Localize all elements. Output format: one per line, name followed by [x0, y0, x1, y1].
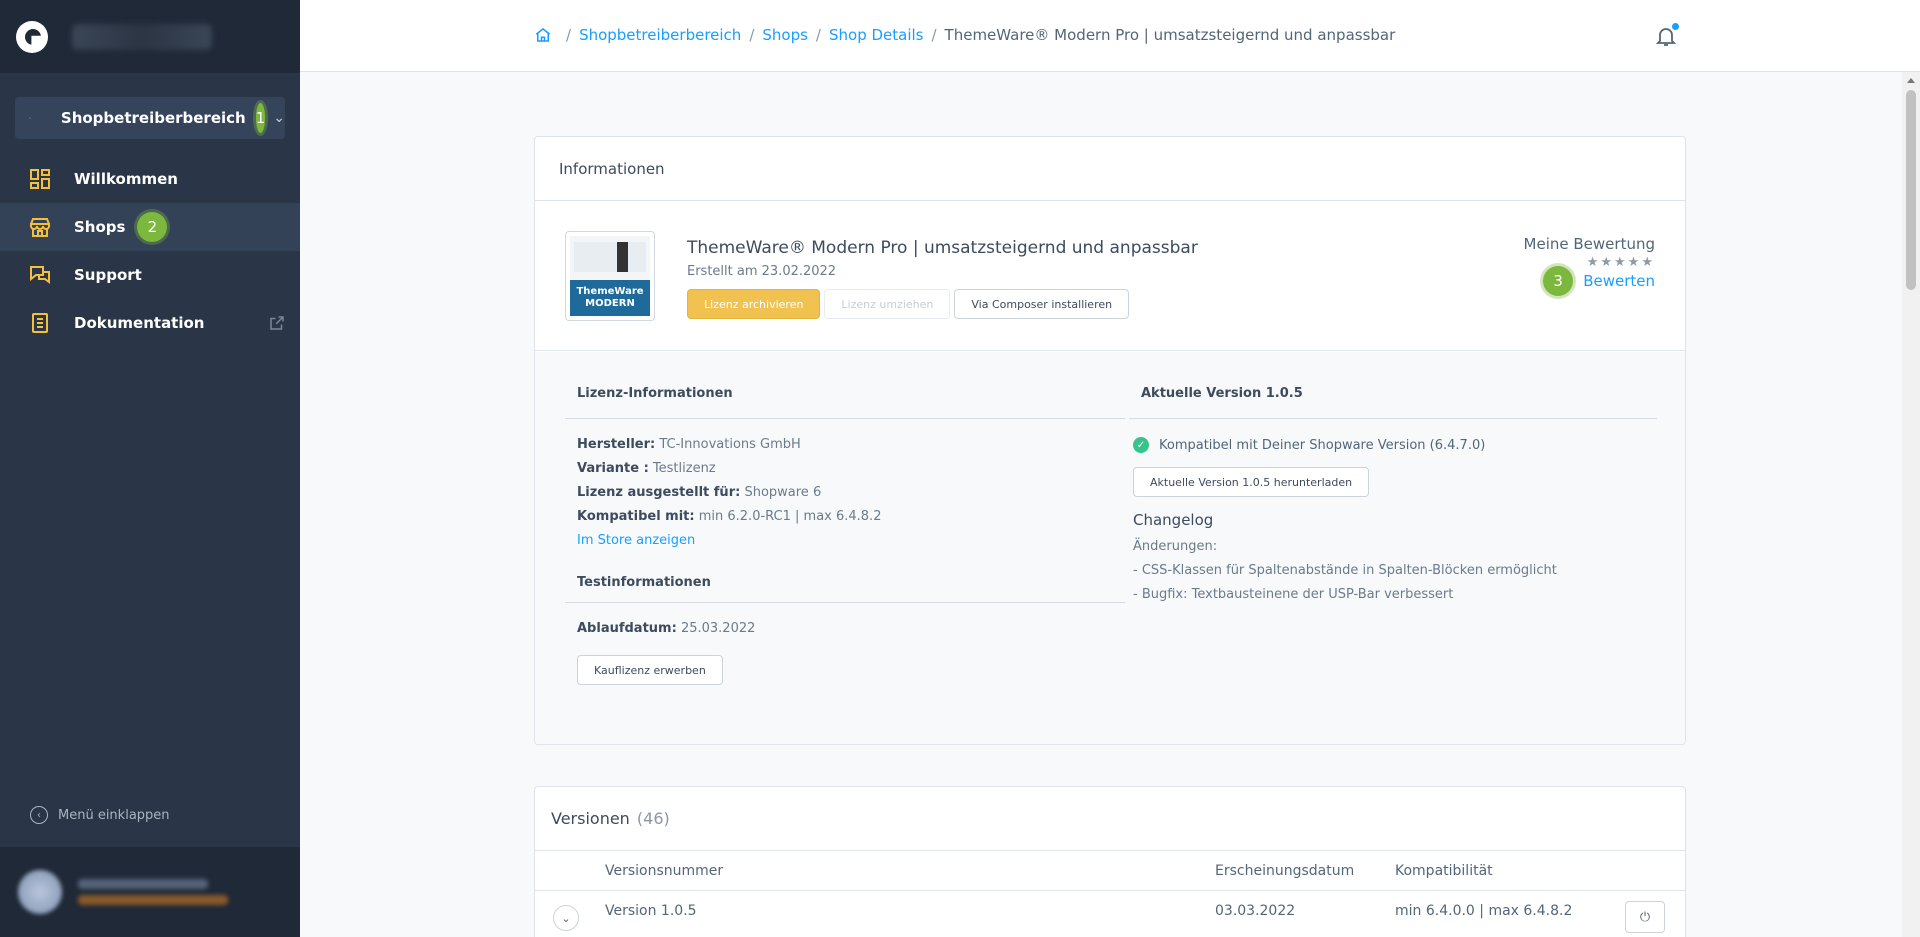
thumbnail-brand: ThemeWare MODERN	[570, 280, 650, 316]
table-row: ⌄ Version 1.0.5 03.03.2022 min 6.4.0.0 |…	[535, 891, 1685, 937]
product-actions: Lizenz archivieren Lizenz umziehen Via C…	[687, 289, 1133, 319]
test-info-title: Testinformationen	[565, 563, 1125, 603]
information-card: Informationen ThemeWare MODERN ThemeWare…	[534, 136, 1686, 745]
sidebar-nav: Willkommen Shops 2 Support Dokumentation	[0, 155, 300, 347]
top-header: / Shopbetreiberbereich / Shops / Shop De…	[300, 0, 1920, 72]
test-info-list: Ablaufdatum: 25.03.2022	[577, 621, 756, 636]
product-name: ThemeWare® Modern Pro | umsatzsteigernd …	[687, 238, 1198, 258]
sidebar-top	[0, 0, 300, 73]
store-icon	[30, 218, 50, 237]
sidebar-item-label: Support	[74, 266, 142, 284]
collapse-menu-label: Menü einklappen	[58, 807, 170, 823]
scroll-up-arrow-icon[interactable]	[1907, 78, 1915, 83]
current-version-title: Aktuelle Version 1.0.5	[1129, 352, 1657, 419]
sidebar-item-label: Dokumentation	[74, 314, 205, 332]
sidebar-item-label: Shops	[74, 218, 126, 236]
dashboard-icon	[30, 169, 50, 189]
breadcrumb-shop-details[interactable]: Shop Details	[829, 26, 924, 44]
current-version-column: Aktuelle Version 1.0.5 ✓ Kompatibel mit …	[1129, 352, 1657, 607]
check-circle-icon: ✓	[1133, 437, 1149, 453]
sidebar-item-willkommen[interactable]: Willkommen	[0, 155, 300, 203]
license-info-title: Lizenz-Informationen	[565, 352, 1125, 419]
avatar	[18, 870, 62, 914]
archive-license-button[interactable]: Lizenz archivieren	[687, 289, 821, 319]
sidebar-item-shops[interactable]: Shops 2	[0, 203, 300, 251]
product-summary: ThemeWare MODERN ThemeWare® Modern Pro |…	[535, 201, 1685, 351]
rate-link[interactable]: Bewerten	[1583, 272, 1655, 290]
page-scrollbar[interactable]	[1902, 72, 1920, 937]
versions-card: Versionen (46) Versionsnummer Erscheinun…	[534, 786, 1686, 937]
blurred-account-name	[72, 23, 212, 50]
version-number: Version 1.0.5	[605, 903, 697, 919]
column-header-compat: Kompatibilität	[1395, 863, 1493, 879]
sidebar-item-label: Willkommen	[74, 170, 178, 188]
card-title: Informationen	[535, 137, 1685, 201]
sidebar-section-dropdown[interactable]: Shopbetreiberbereich 1 ⌄	[15, 97, 285, 139]
chat-bubbles-icon	[30, 266, 50, 284]
collapse-menu-button[interactable]: ‹ Menü einklappen	[30, 806, 170, 824]
buy-license-button[interactable]: Kauflizenz erwerben	[577, 655, 723, 685]
sidebar-section-label: Shopbetreiberbereich	[60, 109, 246, 127]
expiry-date: 25.03.2022	[680, 621, 756, 636]
versions-title: Versionen (46)	[535, 787, 1685, 851]
basket-icon	[29, 117, 31, 119]
chevron-left-icon: ‹	[30, 806, 48, 824]
thumbnail-screenshot	[574, 242, 646, 272]
changelog-list: Änderungen: - CSS-Klassen für Spaltenabs…	[1133, 539, 1557, 602]
breadcrumb-shopbetreiberbereich[interactable]: Shopbetreiberbereich	[579, 26, 741, 44]
release-date: 03.03.2022	[1215, 903, 1296, 919]
step-badge-1: 1	[255, 103, 266, 133]
external-link-icon	[270, 316, 284, 330]
breadcrumb-current: ThemeWare® Modern Pro | umsatzsteigernd …	[944, 26, 1396, 44]
product-thumbnail: ThemeWare MODERN	[565, 231, 655, 321]
move-license-button[interactable]: Lizenz umziehen	[824, 289, 951, 319]
sidebar: Shopbetreiberbereich 1 ⌄ Willkommen Shop…	[0, 0, 300, 937]
breadcrumb-shops[interactable]: Shops	[762, 26, 808, 44]
download-icon[interactable]: ⏻	[1625, 901, 1665, 933]
license-info-list: Hersteller: TC-Innovations GmbH Variante…	[577, 437, 882, 548]
notification-dot	[1672, 23, 1679, 30]
license-info-column: Lizenz-Informationen Hersteller: TC-Inno…	[565, 352, 1125, 685]
sidebar-item-dokumentation[interactable]: Dokumentation	[0, 299, 300, 347]
my-rating: Meine Bewertung ★★★★★ 3 Bewerten	[1524, 235, 1655, 296]
blurred-user-info	[78, 879, 228, 905]
sidebar-item-support[interactable]: Support	[0, 251, 300, 299]
compatibility-status: ✓ Kompatibel mit Deiner Shopware Version…	[1129, 437, 1657, 453]
compatibility: min 6.4.0.0 | max 6.4.8.2	[1395, 903, 1573, 919]
scrollbar-thumb[interactable]	[1906, 90, 1916, 290]
versions-count: (46)	[636, 809, 670, 828]
column-header-date: Erscheinungsdatum	[1215, 863, 1355, 879]
user-profile[interactable]	[0, 847, 300, 937]
breadcrumb: / Shopbetreiberbereich / Shops / Shop De…	[534, 26, 1395, 44]
download-version-button[interactable]: Aktuelle Version 1.0.5 herunterladen	[1133, 467, 1370, 497]
composer-install-button[interactable]: Via Composer installieren	[954, 289, 1130, 319]
changelog-title: Changelog	[1133, 511, 1214, 529]
home-icon[interactable]	[534, 26, 552, 44]
chevron-down-icon[interactable]: ⌄	[553, 905, 579, 931]
versions-table-header: Versionsnummer Erscheinungsdatum Kompati…	[535, 851, 1685, 891]
rating-title: Meine Bewertung	[1523, 235, 1655, 253]
step-badge-3: 3	[1543, 266, 1574, 296]
store-link[interactable]: Im Store anzeigen	[577, 533, 695, 548]
column-header-version: Versionsnummer	[605, 863, 724, 879]
product-created-date: Erstellt am 23.02.2022	[687, 264, 837, 279]
chevron-down-icon[interactable]: ⌄	[273, 110, 285, 126]
shopware-logo-icon[interactable]	[16, 20, 48, 53]
document-icon	[32, 313, 48, 333]
step-badge-2: 2	[137, 212, 168, 242]
license-details: Lizenz-Informationen Hersteller: TC-Inno…	[535, 352, 1685, 744]
